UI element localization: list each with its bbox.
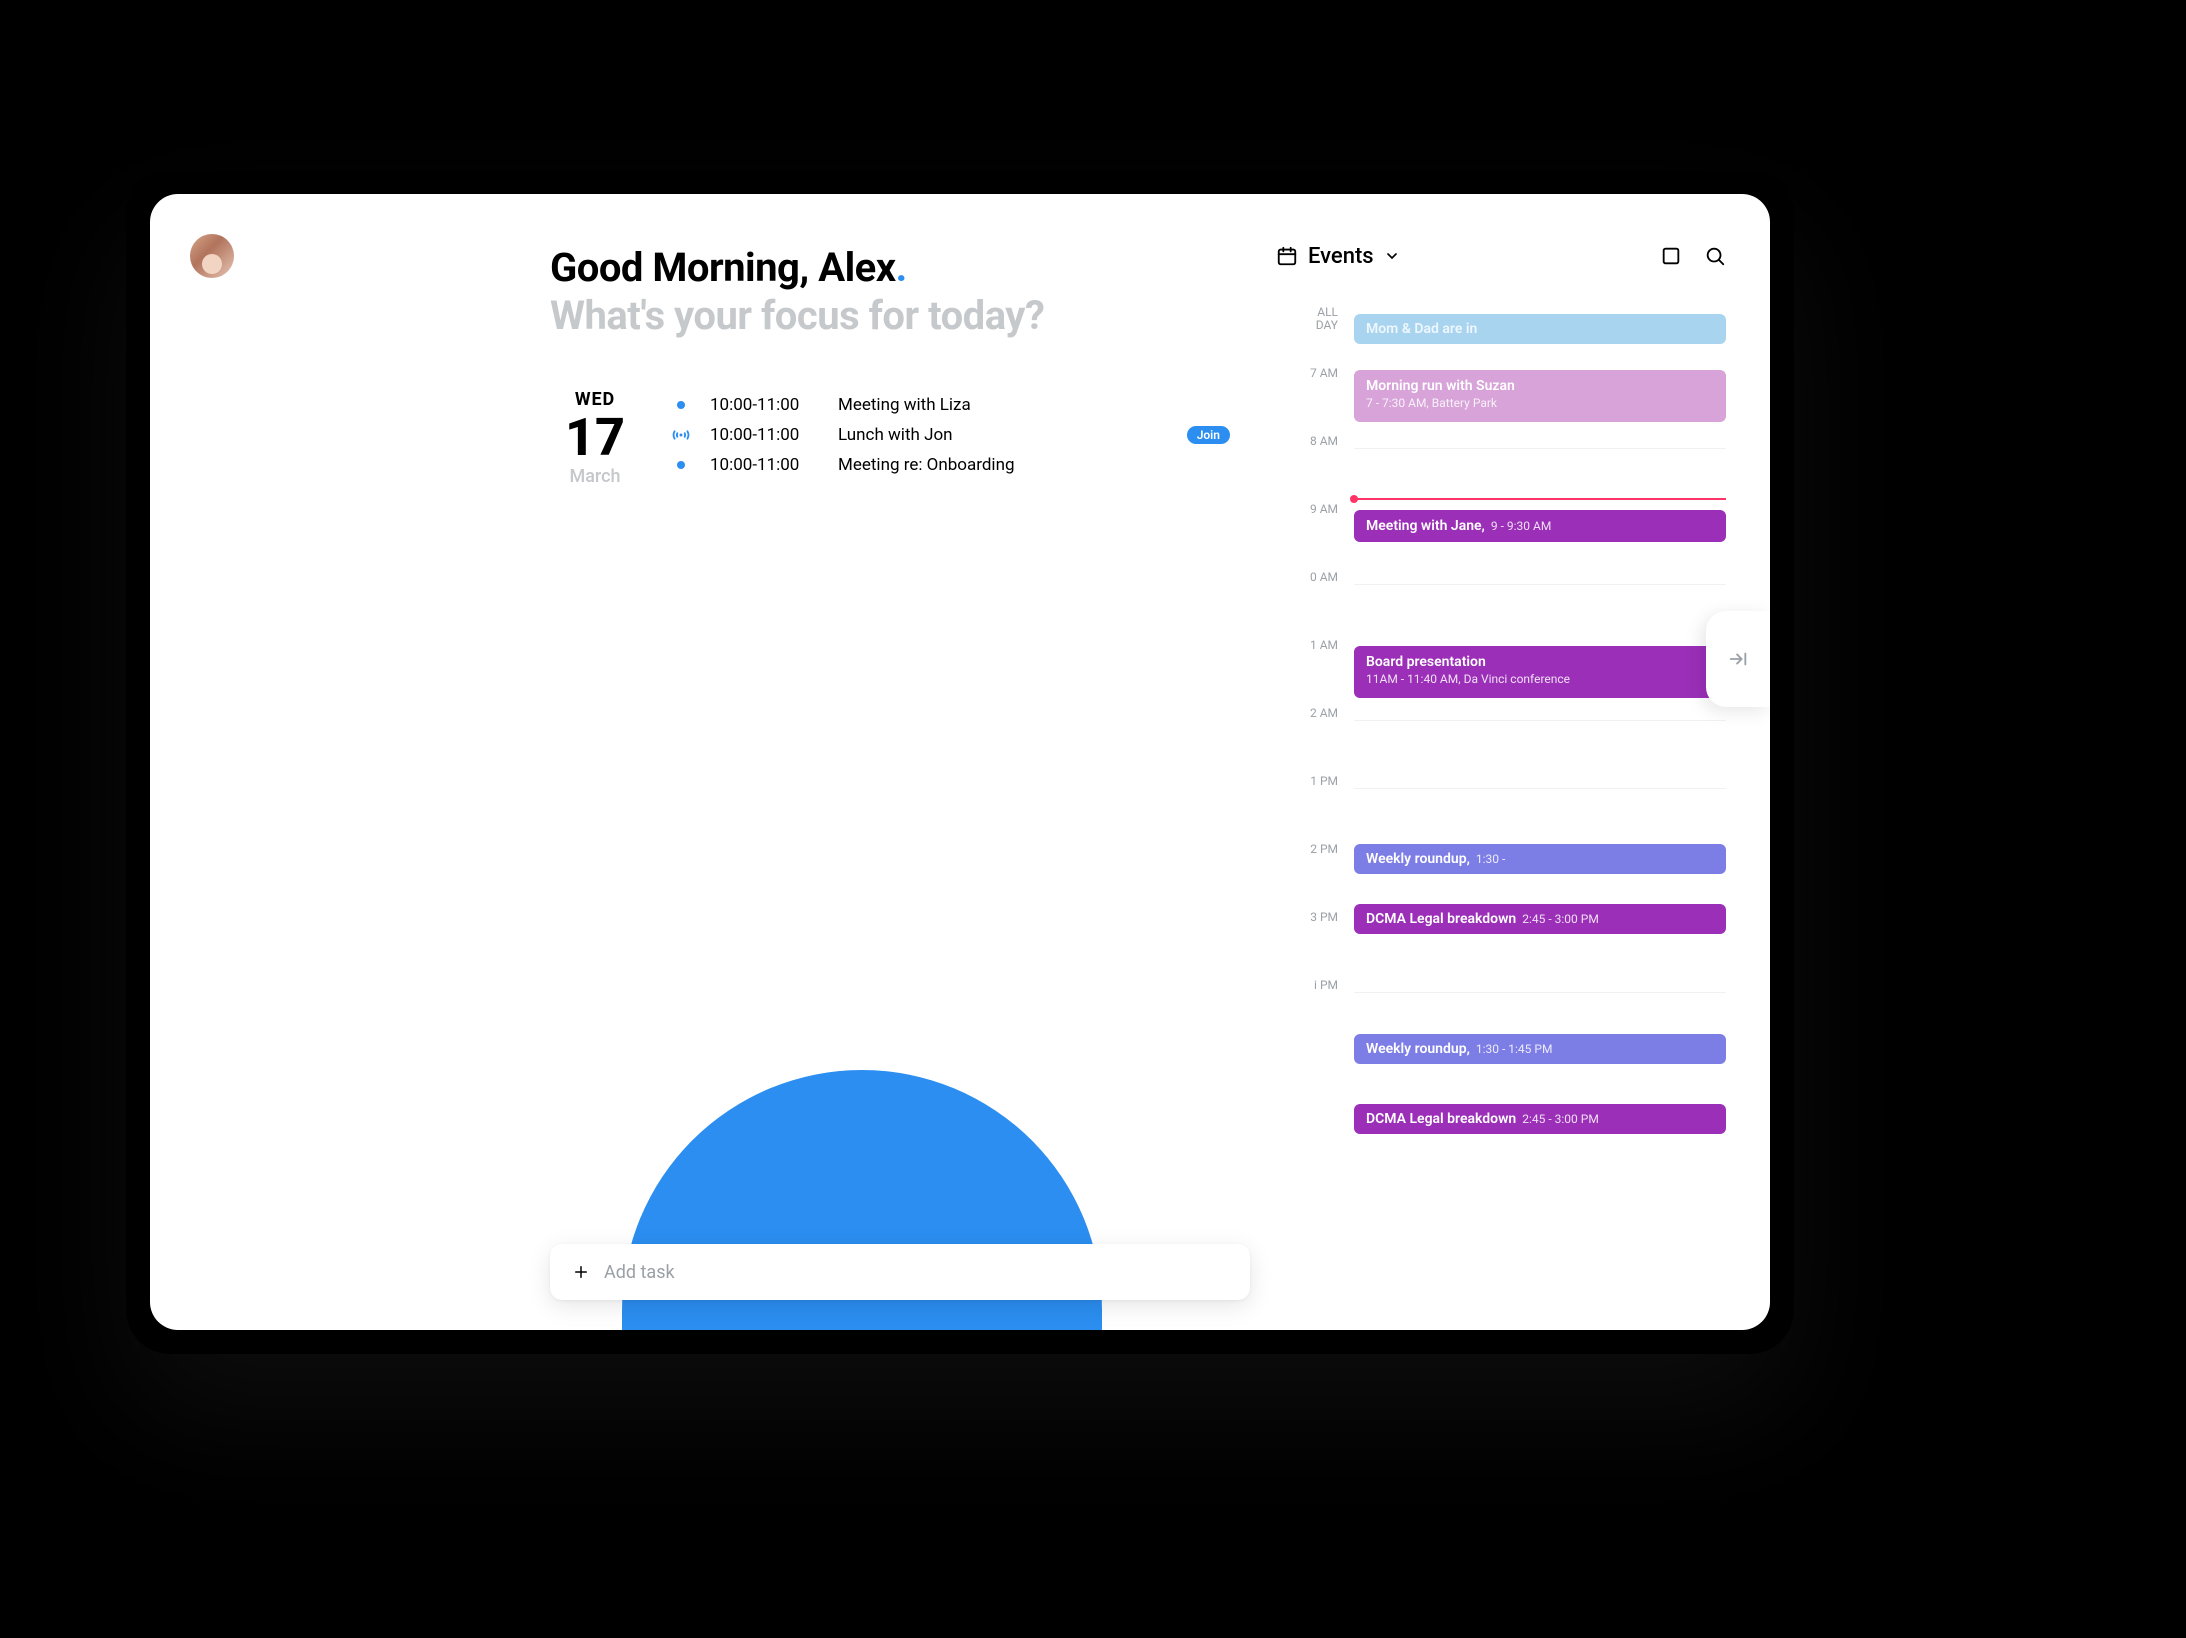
hour-gridline bbox=[1354, 584, 1726, 585]
agenda-title: Meeting with Liza bbox=[838, 395, 1230, 415]
calendar-event[interactable]: Morning run with Suzan 7 - 7:30 AM, Batte… bbox=[1354, 370, 1726, 422]
calendar-event[interactable]: Board presentation 11AM - 11:40 AM, Da Vi… bbox=[1354, 646, 1726, 698]
calendar-event[interactable]: Weekly roundup, 1:30 - bbox=[1354, 844, 1726, 874]
timeline[interactable]: ALLDAY 7 AM 8 AM 9 AM 0 AM 1 AM 2 AM 1 PM 2 PM 3… bbox=[1276, 306, 1726, 1266]
calendar-icon bbox=[1276, 245, 1298, 267]
app-screen: Good Morning, Alex. What's your focus fo… bbox=[150, 194, 1770, 1330]
hour-gridline bbox=[1354, 448, 1726, 449]
plus-icon bbox=[572, 1263, 590, 1281]
day-timeline-panel: Events ALLDAY 7 AM8 AM9 bbox=[1276, 236, 1726, 1316]
hour-label: 2 AM bbox=[1310, 706, 1338, 720]
event-subtitle: 1:30 - bbox=[1476, 852, 1505, 866]
add-task-input[interactable]: Add task bbox=[550, 1244, 1250, 1300]
now-indicator bbox=[1354, 498, 1726, 500]
agenda-list: 10:00-11:00 Meeting with Liza 10:00-11:00 L… bbox=[670, 390, 1230, 480]
agenda-row[interactable]: 10:00-11:00 Meeting with Liza bbox=[670, 390, 1230, 420]
calendar-event[interactable]: DCMA Legal breakdown 2:45 - 3:00 PM bbox=[1354, 904, 1726, 934]
hour-label: 1 AM bbox=[1310, 638, 1338, 652]
bullet-dot-icon bbox=[670, 461, 692, 469]
calendar-event[interactable]: DCMA Legal breakdown 2:45 - 3:00 PM bbox=[1354, 1104, 1726, 1134]
hour-gridline bbox=[1354, 992, 1726, 993]
agenda-title: Meeting re: Onboarding bbox=[838, 455, 1230, 475]
calendar-event[interactable]: Mom & Dad are in bbox=[1354, 314, 1726, 344]
event-title: DCMA Legal breakdown bbox=[1366, 911, 1516, 927]
events-dropdown-label: Events bbox=[1308, 244, 1374, 269]
hour-label: i PM bbox=[1314, 978, 1338, 992]
event-subtitle: 1:30 - 1:45 PM bbox=[1476, 1042, 1553, 1056]
timeline-header: Events bbox=[1276, 236, 1726, 276]
event-title: Weekly roundup, bbox=[1366, 851, 1470, 867]
tablet-device-frame: Good Morning, Alex. What's your focus fo… bbox=[126, 170, 1794, 1354]
all-day-label: ALLDAY bbox=[1316, 306, 1338, 332]
date-column: WED 17 March bbox=[550, 389, 640, 487]
event-title: Meeting with Jane, bbox=[1366, 518, 1485, 534]
event-title: Mom & Dad are in bbox=[1366, 321, 1477, 337]
greeting: Good Morning, Alex. bbox=[550, 244, 1270, 291]
date-day: 17 bbox=[550, 412, 640, 464]
event-title: Board presentation bbox=[1366, 654, 1486, 670]
hour-gridline bbox=[1354, 720, 1726, 721]
add-task-placeholder: Add task bbox=[604, 1262, 675, 1283]
events-dropdown[interactable]: Events bbox=[1276, 244, 1400, 269]
arrow-right-to-line-icon bbox=[1727, 648, 1749, 670]
event-title: DCMA Legal breakdown bbox=[1366, 1111, 1516, 1127]
event-subtitle: 2:45 - 3:00 PM bbox=[1522, 1112, 1599, 1126]
hour-gridline bbox=[1354, 788, 1726, 789]
avatar[interactable] bbox=[190, 234, 234, 278]
event-subtitle: 11AM - 11:40 AM, Da Vinci conference bbox=[1366, 672, 1570, 686]
hour-label: 9 AM bbox=[1310, 502, 1338, 516]
greeting-dot: . bbox=[896, 244, 907, 291]
event-subtitle: 2:45 - 3:00 PM bbox=[1522, 912, 1599, 926]
hour-label: 0 AM bbox=[1310, 570, 1338, 584]
agenda-time: 10:00-11:00 bbox=[710, 425, 820, 445]
search-icon[interactable] bbox=[1704, 245, 1726, 267]
event-title: Weekly roundup, bbox=[1366, 1041, 1470, 1057]
agenda-title: Lunch with Jon bbox=[838, 425, 1159, 445]
agenda-row[interactable]: 10:00-11:00 Lunch with Jon Join bbox=[670, 420, 1230, 450]
hour-label: 3 PM bbox=[1310, 910, 1338, 924]
greeting-text: Good Morning, Alex bbox=[550, 244, 896, 291]
hour-label: 8 AM bbox=[1310, 434, 1338, 448]
join-button[interactable]: Join bbox=[1187, 426, 1230, 444]
hour-label: 1 PM bbox=[1310, 774, 1338, 788]
bullet-dot-icon bbox=[670, 401, 692, 409]
event-subtitle: 9 - 9:30 AM bbox=[1491, 519, 1551, 533]
main-content: Good Morning, Alex. What's your focus fo… bbox=[550, 194, 1270, 1330]
hour-label: 7 AM bbox=[1310, 366, 1338, 380]
event-title: Morning run with Suzan bbox=[1366, 378, 1515, 394]
events-column: Mom & Dad are in Morning run with Suzan 7 … bbox=[1354, 314, 1726, 1264]
event-subtitle: 7 - 7:30 AM, Battery Park bbox=[1366, 396, 1497, 410]
subtitle: What's your focus for today? bbox=[550, 292, 1270, 339]
calendar-event[interactable]: Meeting with Jane, 9 - 9:30 AM bbox=[1354, 510, 1726, 542]
date-month: March bbox=[550, 466, 640, 487]
chevron-down-icon bbox=[1384, 248, 1400, 264]
agenda-time: 10:00-11:00 bbox=[710, 395, 820, 415]
hour-label: 2 PM bbox=[1310, 842, 1338, 856]
agenda-row[interactable]: 10:00-11:00 Meeting re: Onboarding bbox=[670, 450, 1230, 480]
square-icon[interactable] bbox=[1660, 245, 1682, 267]
live-indicator-icon bbox=[670, 424, 692, 446]
calendar-event[interactable]: Weekly roundup, 1:30 - 1:45 PM bbox=[1354, 1034, 1726, 1064]
expand-arrow-tab[interactable] bbox=[1706, 611, 1770, 707]
agenda-time: 10:00-11:00 bbox=[710, 455, 820, 475]
